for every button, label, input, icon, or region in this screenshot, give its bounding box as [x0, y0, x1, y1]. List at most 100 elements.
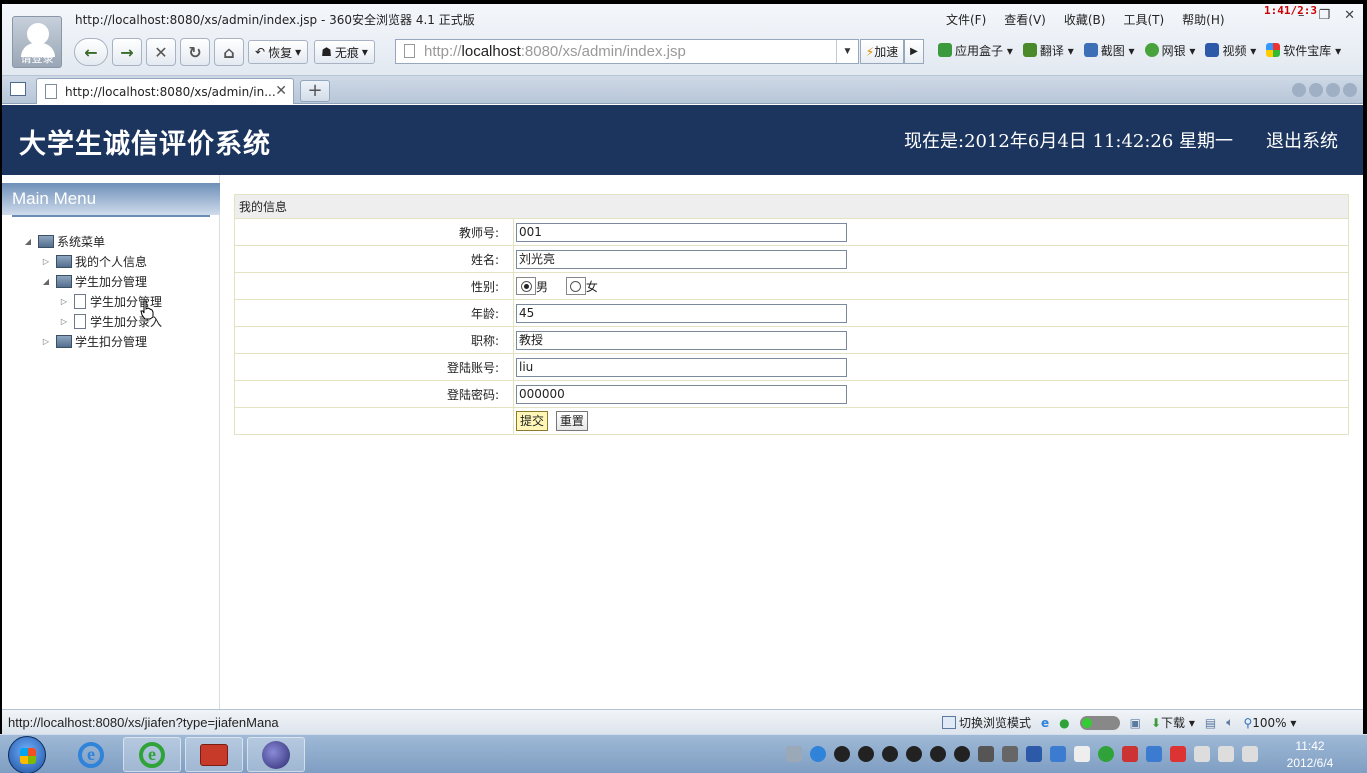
notepad-icon[interactable]: [1074, 746, 1090, 762]
tree-item-deduction-management[interactable]: ▷ 学生扣分管理: [42, 332, 147, 350]
tray-tool-icon[interactable]: [1002, 746, 1018, 762]
tab-scroll-right-icon[interactable]: [1309, 83, 1323, 97]
gender-female-option[interactable]: 女: [565, 277, 598, 295]
qq-icon[interactable]: [954, 746, 970, 762]
tray-tool-icon[interactable]: [1122, 746, 1138, 762]
submit-button[interactable]: 提交: [516, 411, 549, 431]
age-field[interactable]: 45: [516, 303, 847, 323]
software-store-icon: [1266, 43, 1281, 57]
tab-active[interactable]: http://localhost:8080/xs/admin/in... ✕: [36, 78, 294, 104]
translate-button[interactable]: 翻译 ▾: [1022, 42, 1074, 59]
reset-button[interactable]: 重置: [555, 411, 588, 431]
volume-icon[interactable]: [1242, 746, 1258, 762]
collapsed-arrow-icon: ▷: [60, 316, 68, 326]
logout-link[interactable]: 退出系统: [1266, 127, 1338, 153]
screen: 请登录 http://localhost:8080/xs/admin/index…: [0, 0, 1367, 773]
tab-list-icon[interactable]: [1326, 83, 1340, 97]
app-box-button[interactable]: 应用盒子 ▾: [938, 42, 1013, 59]
keyboard-icon[interactable]: [786, 746, 802, 762]
tray-tool-icon[interactable]: [1146, 746, 1162, 762]
account-field[interactable]: liu: [516, 357, 847, 377]
form-row-actions: 提交 重置: [234, 407, 1349, 435]
menu-tools[interactable]: 工具(T): [1123, 11, 1164, 28]
tree-item-my-info[interactable]: ▷ 我的个人信息: [42, 252, 147, 270]
zoom-icon: ⚲: [1243, 715, 1253, 730]
sidebar-toggle-icon[interactable]: [10, 82, 26, 96]
title-field[interactable]: 教授: [516, 330, 847, 350]
menu-view[interactable]: 查看(V): [1004, 11, 1046, 28]
name-field[interactable]: 刘光亮: [516, 249, 847, 269]
sync-icon[interactable]: [1098, 746, 1114, 762]
gender-male-radio[interactable]: [520, 280, 532, 292]
tray-tool-icon[interactable]: [1194, 746, 1210, 762]
minimize-icon[interactable]: –: [1298, 8, 1305, 23]
shield-icon[interactable]: [1026, 746, 1042, 762]
taskbar-eclipse[interactable]: [247, 737, 305, 772]
address-bar[interactable]: http://localhost:8080/xs/admin/index.jsp…: [395, 39, 859, 64]
screenshot-button[interactable]: 截图 ▾: [1083, 42, 1135, 59]
acceleration-toggle[interactable]: [1079, 715, 1120, 730]
screenshot-label: 截图: [1100, 44, 1125, 58]
qq-icon[interactable]: [906, 746, 922, 762]
restore-button[interactable]: ↶ 恢复 ▾: [248, 40, 309, 64]
tab-close-icon[interactable]: ✕: [275, 83, 287, 99]
flag-icon[interactable]: [1170, 746, 1186, 762]
network-icon[interactable]: [1218, 746, 1234, 762]
tree-item-system-menu[interactable]: ◢ 系统菜单: [24, 232, 105, 250]
speedup-button[interactable]: ⚡ 加速: [860, 39, 904, 64]
address-dropdown-button[interactable]: ▼: [836, 40, 858, 63]
gender-male-option[interactable]: 男: [516, 277, 548, 295]
shield-icon[interactable]: [1050, 746, 1066, 762]
go-button[interactable]: ▶: [904, 39, 924, 64]
ebank-button[interactable]: 网银 ▾: [1144, 42, 1195, 59]
qq-icon[interactable]: [930, 746, 946, 762]
switch-mode-button[interactable]: 切换浏览模式: [942, 714, 1031, 731]
gender-female-radio[interactable]: [570, 280, 582, 292]
zoom-control[interactable]: ⚲100% ▾: [1243, 716, 1296, 730]
tab-scroll-left-icon[interactable]: [1292, 83, 1306, 97]
security-icon[interactable]: ●: [1059, 716, 1069, 730]
taskbar-ie[interactable]: e: [62, 737, 120, 772]
new-tab-button[interactable]: +: [300, 80, 330, 102]
menu-help[interactable]: 帮助(H): [1182, 11, 1224, 28]
menu-favorites[interactable]: 收藏(B): [1064, 11, 1106, 28]
password-field[interactable]: 000000: [516, 384, 847, 404]
software-store-button[interactable]: 软件宝库 ▾: [1266, 42, 1341, 59]
page-tool-icon[interactable]: ▤: [1205, 716, 1216, 730]
back-button[interactable]: ←: [74, 38, 108, 66]
url-host: localhost: [461, 43, 521, 60]
login-avatar[interactable]: 请登录: [12, 16, 62, 68]
ie-mode-icon[interactable]: e: [1041, 716, 1049, 730]
eclipse-icon: [262, 740, 290, 769]
teacher-id-field[interactable]: 001: [516, 222, 847, 242]
start-button[interactable]: [8, 736, 46, 773]
home-button[interactable]: ⌂: [214, 38, 244, 66]
qq-icon[interactable]: [882, 746, 898, 762]
tab-close-all-icon[interactable]: [1343, 83, 1357, 97]
video-button[interactable]: 视频 ▾: [1205, 42, 1256, 59]
folder-icon: [38, 234, 54, 248]
system-clock[interactable]: 11:42 2012/6/4: [1275, 738, 1345, 772]
window-title: http://localhost:8080/xs/admin/index.jsp…: [75, 13, 475, 27]
app-tray-icon[interactable]: [810, 746, 826, 762]
tray-tool-icon[interactable]: [978, 746, 994, 762]
refresh-button[interactable]: ↻: [180, 38, 210, 66]
stop-button[interactable]: ✕: [146, 38, 176, 66]
taskbar-360-browser[interactable]: e: [123, 737, 181, 772]
close-icon[interactable]: ✕: [1344, 8, 1355, 23]
gender-male-radio-box: [516, 277, 536, 295]
gender-female-radio-box: [565, 277, 586, 295]
collapsed-arrow-icon: ▷: [60, 296, 68, 306]
volume-icon[interactable]: 🔈︎: [1226, 715, 1233, 730]
maximize-icon[interactable]: ❐: [1318, 8, 1330, 23]
forward-button[interactable]: →: [112, 38, 142, 66]
taskbar-toolbox[interactable]: [185, 737, 243, 772]
incognito-button[interactable]: ☗ 无痕 ▾: [314, 40, 375, 64]
download-button[interactable]: ⬇下载 ▾: [1151, 714, 1195, 731]
status-url: http://localhost:8080/xs/jiafen?type=jia…: [8, 715, 279, 730]
qq-icon[interactable]: [858, 746, 874, 762]
menu-file[interactable]: 文件(F): [946, 11, 986, 28]
settings-icon[interactable]: ▣: [1130, 716, 1141, 730]
qq-icon[interactable]: [834, 746, 850, 762]
tree-item-bonus-management[interactable]: ◢ 学生加分管理: [42, 272, 147, 290]
